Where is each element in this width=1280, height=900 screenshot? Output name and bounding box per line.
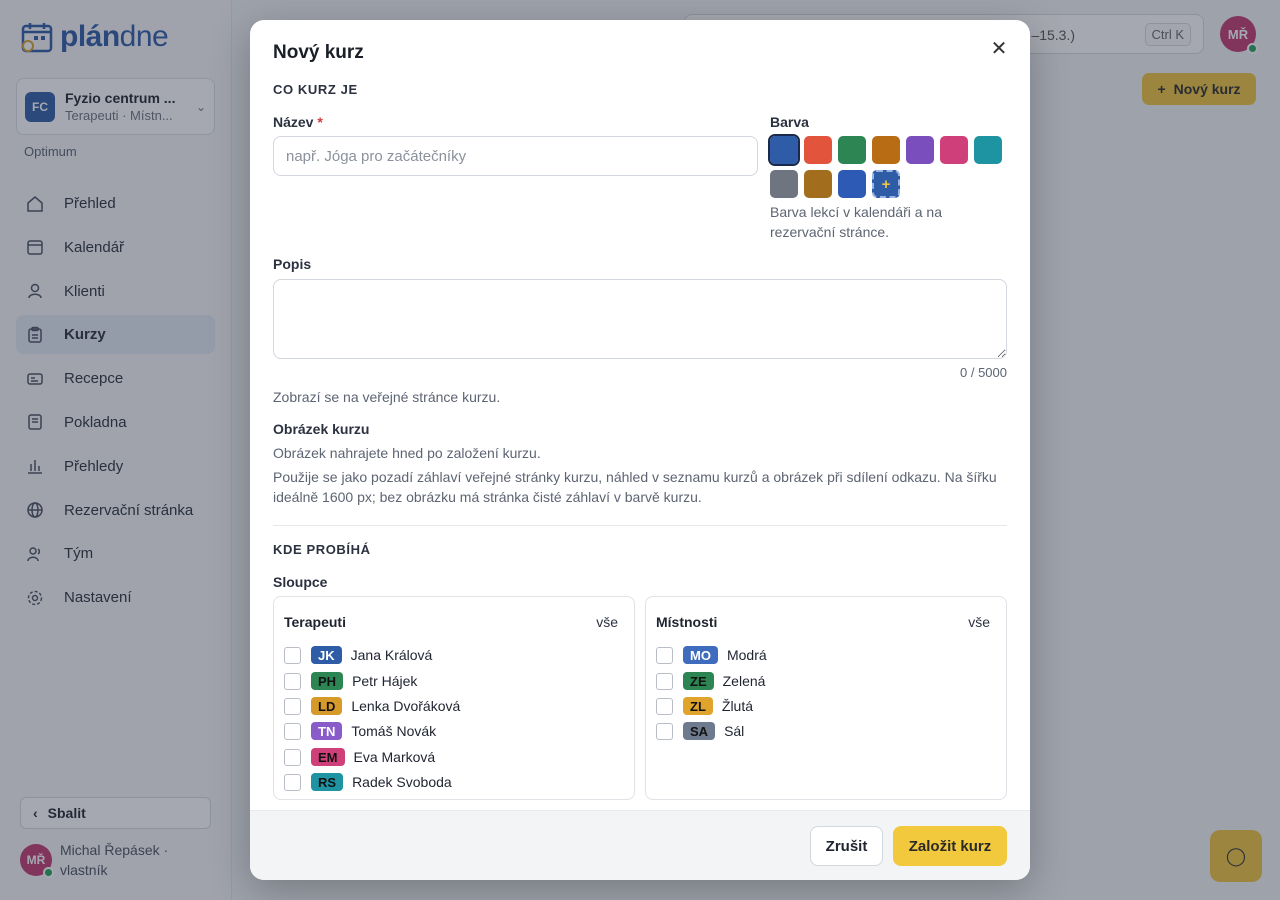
therapist-row[interactable]: RS Radek Svoboda xyxy=(284,771,452,793)
color-swatch[interactable] xyxy=(838,136,866,164)
checkbox[interactable] xyxy=(656,672,673,690)
color-swatch[interactable] xyxy=(804,136,832,164)
description-counter: 0 / 5000 xyxy=(960,365,1007,380)
therapist-name: Petr Hájek xyxy=(352,673,418,689)
add-color-button[interactable]: + xyxy=(872,170,900,198)
room-row[interactable]: ZE Zelená xyxy=(656,670,765,692)
therapist-row[interactable]: LD Lenka Dvořáková xyxy=(284,695,460,717)
color-swatch[interactable] xyxy=(974,136,1002,164)
checkbox[interactable] xyxy=(284,748,301,766)
rooms-title: Místnosti xyxy=(656,614,718,630)
therapist-tag: PH xyxy=(311,672,344,690)
rooms-card: Místnosti vše MO Modrá ZE Zelená ZL Žlutá S… xyxy=(645,596,1007,800)
close-icon[interactable]: ✕ xyxy=(990,39,1008,59)
dialog-footer: Zrušit Založit kurz xyxy=(250,810,1030,880)
select-all-rooms-link[interactable]: vše xyxy=(968,614,990,630)
room-row[interactable]: ZL Žlutá xyxy=(656,695,753,717)
course-name-input[interactable] xyxy=(273,136,758,176)
room-tag: ZL xyxy=(683,697,713,715)
color-swatch[interactable] xyxy=(872,136,900,164)
color-swatch[interactable] xyxy=(940,136,968,164)
color-swatch[interactable] xyxy=(906,136,934,164)
new-course-dialog: Nový kurz ✕ CO KURZ JE Název * Barva + B… xyxy=(250,20,1030,880)
therapist-row[interactable]: PH Petr Hájek xyxy=(284,670,417,692)
checkbox[interactable] xyxy=(656,646,673,664)
image-help-usage: Použije se jako pozadí záhlaví veřejné s… xyxy=(273,469,997,505)
therapist-tag: JK xyxy=(311,646,342,664)
required-mark: * xyxy=(317,114,323,130)
columns-label: Sloupce xyxy=(273,574,328,590)
checkbox[interactable] xyxy=(656,697,673,715)
section-heading-where: KDE PROBÍHÁ xyxy=(273,542,371,557)
room-row[interactable]: MO Modrá xyxy=(656,644,767,666)
section-heading-what: CO KURZ JE xyxy=(273,82,358,97)
room-name: Žlutá xyxy=(721,698,754,714)
checkbox[interactable] xyxy=(284,646,301,664)
therapist-row[interactable]: JK Jana Králová xyxy=(284,644,432,666)
image-label: Obrázek kurzu xyxy=(273,421,370,437)
plus-icon: + xyxy=(881,175,891,193)
image-help-upload: Obrázek nahrajete hned po založení kurzu… xyxy=(273,445,541,461)
select-all-therapists-link[interactable]: vše xyxy=(596,614,618,630)
therapist-name: Jana Králová xyxy=(350,647,433,663)
room-tag: MO xyxy=(683,646,718,664)
therapist-tag: TN xyxy=(311,722,343,740)
color-swatch[interactable] xyxy=(768,134,800,166)
therapist-name: Tomáš Novák xyxy=(351,723,437,739)
name-label-text: Název xyxy=(273,114,314,130)
color-swatch[interactable] xyxy=(838,170,866,198)
cancel-button[interactable]: Zrušit xyxy=(810,826,883,866)
therapist-tag: LD xyxy=(311,697,343,715)
color-help: Barva lekcí v kalendáři a na rezervační … xyxy=(770,204,942,240)
checkbox[interactable] xyxy=(656,722,673,740)
checkbox[interactable] xyxy=(284,672,301,690)
therapists-title: Terapeuti xyxy=(284,614,346,630)
checkbox[interactable] xyxy=(284,722,301,740)
description-textarea[interactable] xyxy=(273,279,1007,359)
room-tag: SA xyxy=(683,722,716,740)
room-row[interactable]: SA Sál xyxy=(656,720,744,742)
room-tag: ZE xyxy=(683,672,714,690)
color-swatch[interactable] xyxy=(804,170,832,198)
therapist-row[interactable]: EM Eva Marková xyxy=(284,746,435,768)
dialog-title: Nový kurz xyxy=(273,42,364,63)
checkbox[interactable] xyxy=(284,773,301,791)
therapists-card: Terapeuti vše JK Jana Králová PH Petr Háje… xyxy=(273,596,635,800)
therapist-name: Eva Marková xyxy=(353,749,436,765)
name-label: Název * xyxy=(273,114,323,130)
therapist-name: Radek Svoboda xyxy=(352,774,452,790)
color-swatch[interactable] xyxy=(770,170,798,198)
therapist-tag: EM xyxy=(311,748,345,766)
therapist-name: Lenka Dvořáková xyxy=(351,698,461,714)
therapist-tag: RS xyxy=(311,773,344,791)
therapist-row[interactable]: TN Tomáš Novák xyxy=(284,720,436,742)
checkbox[interactable] xyxy=(284,697,301,715)
room-name: Sál xyxy=(724,723,745,739)
description-help: Zobrazí se na veřejné stránce kurzu. xyxy=(273,389,501,405)
color-label: Barva xyxy=(770,114,809,130)
room-name: Modrá xyxy=(726,647,767,663)
description-label: Popis xyxy=(273,256,312,272)
section-divider xyxy=(273,525,1007,526)
room-name: Zelená xyxy=(722,673,766,689)
create-course-button[interactable]: Založit kurz xyxy=(893,826,1007,866)
